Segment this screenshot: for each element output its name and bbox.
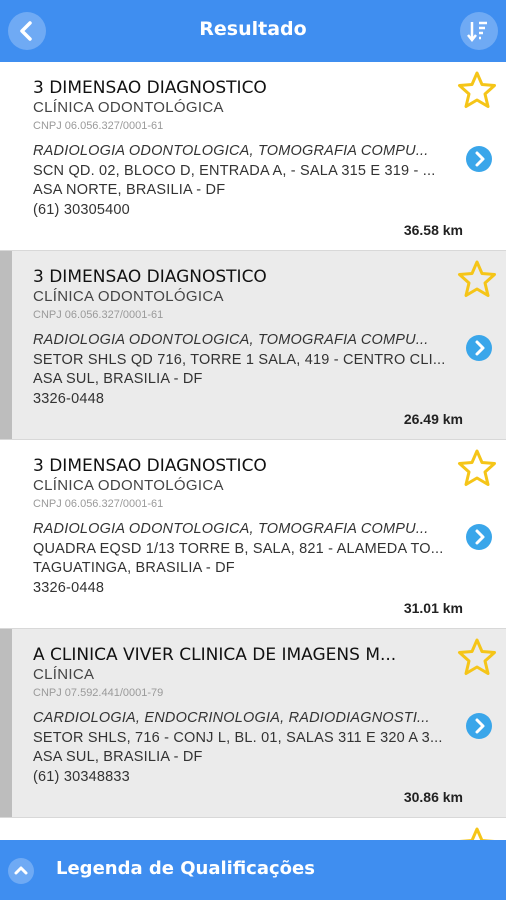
provider-phone: (61) 30305400 <box>33 202 130 218</box>
provider-cnpj: CNPJ 07.592.441/0001-79 <box>33 687 164 699</box>
provider-distance: 36.58 km <box>403 222 463 238</box>
chevron-up-icon <box>14 866 28 875</box>
provider-distance: 26.49 km <box>403 411 463 427</box>
provider-type: CLÍNICA <box>33 666 95 683</box>
results-list[interactable]: 3 DIMENSAO DIAGNOSTICO CLÍNICA ODONTOLÓG… <box>0 62 506 840</box>
star-icon[interactable] <box>457 448 497 488</box>
provider-city: TAGUATINGA, BRASILIA - DF <box>33 560 235 576</box>
chevron-right-icon <box>475 718 485 734</box>
provider-address: SETOR SHLS QD 716, TORRE 1 SALA, 419 - C… <box>33 352 446 368</box>
provider-phone: 3326-0448 <box>33 580 105 596</box>
provider-cnpj: CNPJ 06.056.327/0001-61 <box>33 120 164 132</box>
result-card[interactable]: 3 DIMENSAO DIAGNOSTICO CLÍNICA ODONTOLÓG… <box>0 62 506 251</box>
result-card-partial[interactable] <box>0 818 506 840</box>
sort-icon <box>467 21 487 43</box>
provider-city: ASA SUL, BRASILIA - DF <box>33 749 203 765</box>
provider-name: A CLINICA VIVER CLINICA DE IMAGENS M... <box>33 645 397 665</box>
provider-city: ASA SUL, BRASILIA - DF <box>33 371 203 387</box>
provider-city: ASA NORTE, BRASILIA - DF <box>33 182 226 198</box>
provider-phone: 3326-0448 <box>33 391 105 407</box>
sort-button[interactable] <box>460 12 498 50</box>
star-icon[interactable] <box>457 70 497 110</box>
provider-type: CLÍNICA ODONTOLÓGICA <box>33 288 224 305</box>
chevron-right-icon <box>475 340 485 356</box>
chevron-right-icon <box>475 151 485 167</box>
provider-distance: 30.86 km <box>403 789 463 805</box>
provider-type: CLÍNICA ODONTOLÓGICA <box>33 477 224 494</box>
provider-specialties: CARDIOLOGIA, ENDOCRINOLOGIA, RADIODIAGNO… <box>33 710 430 726</box>
provider-specialties: RADIOLOGIA ODONTOLOGICA, TOMOGRAFIA COMP… <box>33 521 429 537</box>
details-button[interactable] <box>466 713 492 739</box>
provider-name: 3 DIMENSAO DIAGNOSTICO <box>33 267 267 287</box>
details-button[interactable] <box>466 146 492 172</box>
provider-name: 3 DIMENSAO DIAGNOSTICO <box>33 456 267 476</box>
provider-address: QUADRA EQSD 1/13 TORRE B, SALA, 821 - AL… <box>33 541 444 557</box>
provider-address: SCN QD. 02, BLOCO D, ENTRADA A, - SALA 3… <box>33 163 436 179</box>
provider-address: SETOR SHLS, 716 - CONJ L, BL. 01, SALAS … <box>33 730 443 746</box>
provider-phone: (61) 30348833 <box>33 769 130 785</box>
provider-distance: 31.01 km <box>403 600 463 616</box>
star-icon[interactable] <box>457 259 497 299</box>
legend-label: Legenda de Qualificações <box>56 858 315 879</box>
provider-specialties: RADIOLOGIA ODONTOLOGICA, TOMOGRAFIA COMP… <box>33 143 429 159</box>
result-card[interactable]: A CLINICA VIVER CLINICA DE IMAGENS M... … <box>0 629 506 818</box>
legend-toggle-button[interactable] <box>8 858 34 884</box>
app-header: Resultado <box>0 0 506 62</box>
qualifications-legend-bar[interactable]: Legenda de Qualificações <box>0 840 506 900</box>
provider-type: CLÍNICA ODONTOLÓGICA <box>33 99 224 116</box>
details-button[interactable] <box>466 524 492 550</box>
provider-name: 3 DIMENSAO DIAGNOSTICO <box>33 78 267 98</box>
provider-cnpj: CNPJ 06.056.327/0001-61 <box>33 309 164 321</box>
star-icon[interactable] <box>457 637 497 677</box>
details-button[interactable] <box>466 335 492 361</box>
result-card[interactable]: 3 DIMENSAO DIAGNOSTICO CLÍNICA ODONTOLÓG… <box>0 251 506 440</box>
provider-cnpj: CNPJ 06.056.327/0001-61 <box>33 498 164 510</box>
result-card[interactable]: 3 DIMENSAO DIAGNOSTICO CLÍNICA ODONTOLÓG… <box>0 440 506 629</box>
chevron-right-icon <box>475 529 485 545</box>
provider-specialties: RADIOLOGIA ODONTOLOGICA, TOMOGRAFIA COMP… <box>33 332 429 348</box>
star-icon[interactable] <box>457 826 497 840</box>
page-title: Resultado <box>199 18 307 40</box>
